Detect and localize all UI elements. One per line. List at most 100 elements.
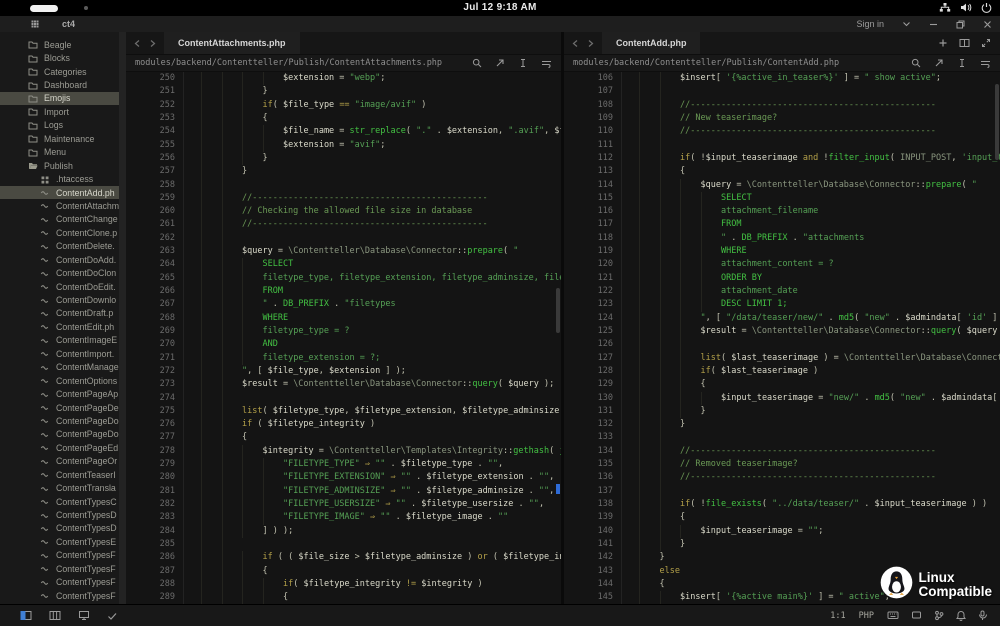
code-line-272[interactable]: 272", [ $file_type, $extension ] ); — [126, 365, 561, 378]
code-line-278[interactable]: 278$integrity = \Contentteller\Templates… — [126, 445, 561, 458]
tree-file-contentdownlo[interactable]: ContentDownlo — [0, 293, 126, 306]
code-line-266[interactable]: 266FROM — [126, 285, 561, 298]
tree-file-contentdraft-p[interactable]: ContentDraft.p — [0, 307, 126, 320]
code-line-255[interactable]: 255$extension = "avif"; — [126, 139, 561, 152]
cursor-icon[interactable] — [518, 58, 528, 68]
screen-icon[interactable] — [911, 610, 922, 621]
code-line-107[interactable]: 107 — [564, 85, 1000, 98]
code-line-118[interactable]: 118" . DB_PREFIX . "attachments — [564, 232, 1000, 245]
scrollbar-thumb-left[interactable] — [556, 288, 560, 333]
code-line-261[interactable]: 261//-----------------------------------… — [126, 218, 561, 231]
tree-folder-categories[interactable]: Categories — [0, 65, 126, 78]
code-line-273[interactable]: 273$result = \Contentteller\Database\Con… — [126, 378, 561, 391]
tree-file-contenttypesc[interactable]: ContentTypesC — [0, 495, 126, 508]
code-line-270[interactable]: 270AND — [126, 338, 561, 351]
code-line-113[interactable]: 113{ — [564, 165, 1000, 178]
search-icon[interactable] — [911, 58, 921, 68]
forward-icon[interactable] — [586, 39, 595, 48]
tree-folder-beagle[interactable]: Beagle — [0, 38, 126, 51]
forward-icon[interactable] — [148, 39, 157, 48]
code-line-128[interactable]: 128if( $last_teaserimage ) — [564, 365, 1000, 378]
tree-file-contentpagede[interactable]: ContentPageDe — [0, 401, 126, 414]
tree-file-contenttypesf[interactable]: ContentTypesF — [0, 589, 126, 602]
code-line-122[interactable]: 122attachment_date — [564, 285, 1000, 298]
code-line-277[interactable]: 277{ — [126, 431, 561, 444]
code-line-130[interactable]: 130$input_teaserimage = "new/" . md5( "n… — [564, 392, 1000, 405]
code-line-250[interactable]: 250$extension = "webp"; — [126, 72, 561, 85]
code-line-279[interactable]: 279"FILETYPE_TYPE" ⇒ "" . $filetype_type… — [126, 458, 561, 471]
code-line-140[interactable]: 140$input_teaserimage = ""; — [564, 525, 1000, 538]
tree-folder-dashboard[interactable]: Dashboard — [0, 78, 126, 91]
code-line-260[interactable]: 260// Checking the allowed file size in … — [126, 205, 561, 218]
tree-file-contenttypesd[interactable]: ContentTypesD — [0, 508, 126, 521]
code-line-112[interactable]: 112if( !$input_teaserimage and !filter_i… — [564, 152, 1000, 165]
apps-grid-icon[interactable] — [30, 19, 40, 29]
code-line-142[interactable]: 142} — [564, 551, 1000, 564]
tree-file-contentdoclon[interactable]: ContentDoClon — [0, 266, 126, 279]
code-line-283[interactable]: 283"FILETYPE_IMAGE" ⇒ "" . $filetype_ima… — [126, 511, 561, 524]
tree-folder-logs[interactable]: Logs — [0, 119, 126, 132]
close-button[interactable] — [983, 20, 992, 29]
code-line-276[interactable]: 276if ( $filetype_integrity ) — [126, 418, 561, 431]
code-line-124[interactable]: 124", [ "/data/teaser/new/" . md5( "new"… — [564, 312, 1000, 325]
breadcrumb-left[interactable]: modules/backend/Contentteller/Publish/Co… — [126, 55, 561, 72]
split-icon[interactable] — [959, 38, 970, 48]
chevron-down-icon[interactable] — [902, 20, 911, 28]
tab-contentadd[interactable]: ContentAdd.php — [602, 32, 700, 54]
code-line-258[interactable]: 258 — [126, 179, 561, 192]
add-icon[interactable] — [938, 38, 948, 48]
code-editor-left[interactable]: 250$extension = "webp";251}252if( $file_… — [126, 72, 561, 605]
back-icon[interactable] — [133, 39, 142, 48]
code-line-254[interactable]: 254$file_name = str_replace( "." . $exte… — [126, 125, 561, 138]
sign-in-button[interactable]: Sign in — [856, 19, 884, 29]
tree-folder-emojis[interactable]: Emojis — [0, 92, 126, 105]
tab-contentattachments[interactable]: ContentAttachments.php — [164, 32, 300, 54]
tree-file-contentedit-ph[interactable]: ContentEdit.ph — [0, 320, 126, 333]
tree-file-contentimagee[interactable]: ContentImageE — [0, 334, 126, 347]
code-line-264[interactable]: 264SELECT — [126, 258, 561, 271]
code-line-256[interactable]: 256} — [126, 152, 561, 165]
tree-file-contentattachm[interactable]: ContentAttachm — [0, 199, 126, 212]
code-line-138[interactable]: 138if( !file_exists( "../data/teaser/" .… — [564, 498, 1000, 511]
code-line-251[interactable]: 251} — [126, 85, 561, 98]
code-line-120[interactable]: 120attachment_content = ? — [564, 258, 1000, 271]
tree-file-contentpageap[interactable]: ContentPageAp — [0, 387, 126, 400]
tree-file-contentteaseri[interactable]: ContentTeaserI — [0, 468, 126, 481]
tree-file-contentoptions[interactable]: ContentOptions — [0, 374, 126, 387]
scrollbar-thumb-right[interactable] — [995, 84, 999, 160]
panel-left-icon[interactable] — [20, 610, 32, 621]
code-line-262[interactable]: 262 — [126, 232, 561, 245]
code-line-135[interactable]: 135// Removed teaserimage? — [564, 458, 1000, 471]
code-line-136[interactable]: 136//-----------------------------------… — [564, 471, 1000, 484]
tree-folder-import[interactable]: Import — [0, 105, 126, 118]
tree-file-htaccess[interactable]: .htaccess — [0, 172, 126, 185]
bell-icon[interactable] — [956, 610, 966, 621]
code-line-110[interactable]: 110//-----------------------------------… — [564, 125, 1000, 138]
code-line-284[interactable]: 284] ) ); — [126, 525, 561, 538]
code-line-141[interactable]: 141} — [564, 538, 1000, 551]
code-line-117[interactable]: 117FROM — [564, 218, 1000, 231]
tree-file-contenttypesf[interactable]: ContentTypesF — [0, 549, 126, 562]
tree-folder-blocks[interactable]: Blocks — [0, 51, 126, 64]
code-line-139[interactable]: 139{ — [564, 511, 1000, 524]
minimize-button[interactable] — [929, 20, 938, 29]
code-line-268[interactable]: 268WHERE — [126, 312, 561, 325]
tree-file-contenttypesf[interactable]: ContentTypesF — [0, 562, 126, 575]
remote-icon[interactable] — [78, 610, 90, 621]
tree-file-contentpageor[interactable]: ContentPageOr — [0, 455, 126, 468]
tree-file-contentdoedit[interactable]: ContentDoEdit. — [0, 280, 126, 293]
tree-file-contentdelete[interactable]: ContentDelete. — [0, 240, 126, 253]
code-line-127[interactable]: 127list( $last_teaserimage ) = \Contentt… — [564, 352, 1000, 365]
code-line-252[interactable]: 252if( $file_type == "image/avif" ) — [126, 99, 561, 112]
tree-file-contentimport[interactable]: ContentImport. — [0, 347, 126, 360]
code-line-137[interactable]: 137 — [564, 485, 1000, 498]
code-line-253[interactable]: 253{ — [126, 112, 561, 125]
code-line-134[interactable]: 134//-----------------------------------… — [564, 445, 1000, 458]
tree-folder-maintenance[interactable]: Maintenance — [0, 132, 126, 145]
code-line-114[interactable]: 114$query = \Contentteller\Database\Conn… — [564, 179, 1000, 192]
tree-file-contenttypesd[interactable]: ContentTypesD — [0, 522, 126, 535]
goto-icon[interactable] — [934, 58, 944, 68]
code-line-109[interactable]: 109// New teaserimage? — [564, 112, 1000, 125]
code-line-257[interactable]: 257} — [126, 165, 561, 178]
mic-icon[interactable] — [978, 610, 987, 621]
